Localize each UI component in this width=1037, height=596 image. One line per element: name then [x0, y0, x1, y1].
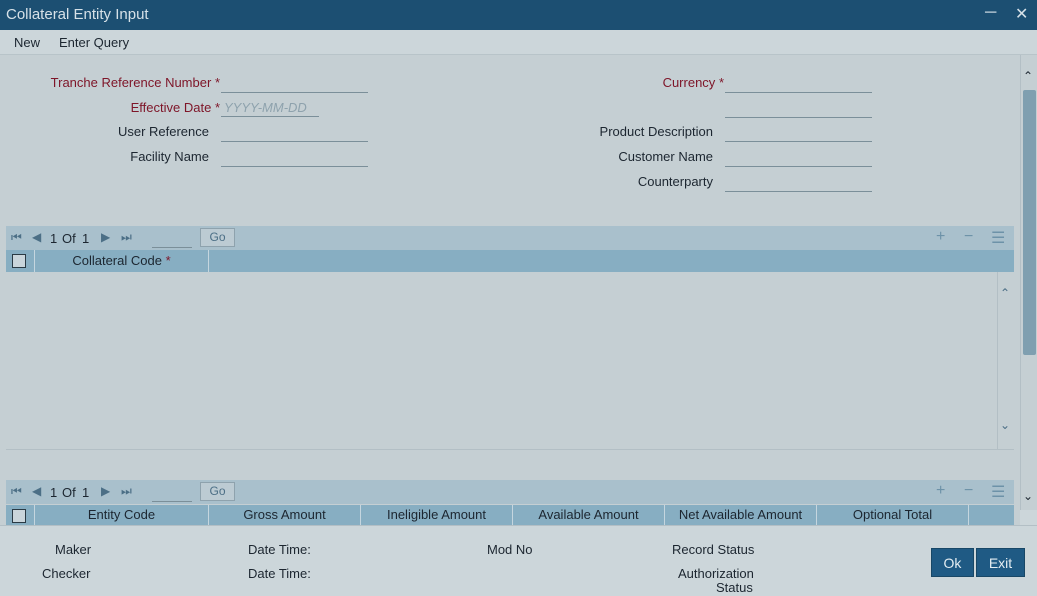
list-settings-icon[interactable]: ☰ [991, 482, 1005, 502]
next-page-icon[interactable]: ▶ [101, 230, 110, 244]
collateral-grid-toolbar: ⏮ ◀ 1 Of 1 ▶ ⏭ Go + − ☰ [6, 226, 1014, 250]
currency-description-input[interactable] [725, 100, 872, 118]
facility-name-label: Facility Name [130, 149, 209, 164]
next-page-icon[interactable]: ▶ [101, 484, 110, 498]
list-settings-icon[interactable]: ☰ [991, 228, 1005, 248]
customer-name-input[interactable] [725, 149, 872, 167]
page-of-label: Of [62, 231, 76, 246]
column-collateral-code[interactable]: Collateral Code * [34, 250, 208, 272]
grid-scroll-up-icon[interactable]: ⌃ [1000, 286, 1010, 300]
column-empty [208, 250, 998, 272]
facility-name-input[interactable] [221, 149, 368, 167]
column-optional-total[interactable]: Optional Total [816, 505, 968, 525]
effective-date-input[interactable]: YYYY-MM-DD [221, 99, 319, 117]
grid-vertical-scrollbar[interactable]: ⌃ ⌄ [997, 272, 1014, 449]
entity-grid-toolbar: ⏮ ◀ 1 Of 1 ▶ ⏭ Go + − ☰ [6, 480, 1014, 504]
go-button[interactable]: Go [200, 482, 235, 501]
record-status-label: Record Status [672, 542, 755, 557]
delete-row-icon[interactable]: − [964, 482, 973, 500]
page-number-input[interactable] [152, 232, 192, 248]
product-description-label: Product Description [599, 124, 713, 139]
ok-button[interactable]: Ok [931, 548, 974, 577]
previous-page-icon[interactable]: ◀ [32, 230, 41, 244]
select-all-checkbox[interactable] [12, 509, 26, 523]
checker-label: Checker [42, 566, 91, 581]
user-reference-input[interactable] [221, 124, 368, 142]
column-ineligible-amount[interactable]: Ineligible Amount [360, 505, 512, 525]
column-gross-amount[interactable]: Gross Amount [208, 505, 360, 525]
tranche-reference-label: Tranche Reference Number * [50, 75, 220, 90]
main-scroll-thumb[interactable] [1023, 90, 1036, 355]
counterparty-label: Counterparty [637, 174, 713, 189]
product-description-input[interactable] [725, 124, 872, 142]
go-button[interactable]: Go [200, 228, 235, 247]
column-extra [968, 505, 998, 525]
counterparty-input[interactable] [725, 174, 872, 192]
close-icon[interactable]: ✕ [1015, 4, 1028, 24]
column-entity-code[interactable]: Entity Code [34, 505, 208, 525]
page-of-label: Of [62, 485, 76, 500]
delete-row-icon[interactable]: − [964, 228, 973, 246]
currency-input[interactable] [725, 75, 872, 93]
checker-date-time-label: Date Time: [248, 566, 311, 581]
grid-scroll-down-icon[interactable]: ⌄ [1000, 418, 1010, 432]
add-row-icon[interactable]: + [936, 482, 945, 500]
minimize-icon[interactable]: ─ [985, 4, 996, 22]
page-current: 1 [50, 231, 58, 246]
exit-button[interactable]: Exit [976, 548, 1025, 577]
column-net-available-amount[interactable]: Net Available Amount [664, 505, 816, 525]
first-page-icon[interactable]: ⏮ [11, 230, 22, 245]
authorization-status-label-line2: Status [716, 580, 753, 595]
currency-label: Currency * [662, 75, 724, 90]
maker-label: Maker [55, 542, 92, 557]
effective-date-label: Effective Date * [130, 100, 220, 115]
column-available-amount[interactable]: Available Amount [512, 505, 664, 525]
audit-footer: Maker Checker Date Time: Date Time: Mod … [0, 525, 1037, 596]
last-page-icon[interactable]: ⏭ [121, 484, 132, 499]
previous-page-icon[interactable]: ◀ [32, 484, 41, 498]
page-number-input[interactable] [152, 486, 192, 502]
scroll-down-icon[interactable]: ⌄ [1023, 489, 1033, 503]
add-row-icon[interactable]: + [936, 228, 945, 246]
user-reference-label: User Reference [117, 124, 209, 139]
last-page-icon[interactable]: ⏭ [121, 230, 132, 245]
collateral-grid-header: Collateral Code * [6, 250, 1014, 272]
collateral-grid-body: ⌃ ⌄ [6, 272, 1014, 450]
scroll-up-icon[interactable]: ⌃ [1023, 69, 1033, 83]
authorization-status-label-line1: Authorization [678, 566, 754, 581]
first-page-icon[interactable]: ⏮ [11, 484, 22, 499]
menu-bar: New Enter Query [0, 30, 1037, 55]
window-title: Collateral Entity Input [6, 6, 149, 23]
menu-enter-query[interactable]: Enter Query [59, 35, 129, 50]
entity-grid-header: Entity Code Gross Amount Ineligible Amou… [6, 505, 1014, 525]
main-vertical-scrollbar[interactable]: ⌃ ⌄ [1020, 55, 1037, 510]
window-titlebar: Collateral Entity Input ─ ✕ [0, 0, 1037, 30]
mod-no-label: Mod No [487, 542, 533, 557]
effective-date-placeholder: YYYY-MM-DD [224, 100, 307, 115]
customer-name-label: Customer Name [618, 149, 713, 164]
page-current: 1 [50, 485, 58, 500]
page-total: 1 [82, 485, 90, 500]
page-total: 1 [82, 231, 90, 246]
maker-date-time-label: Date Time: [248, 542, 311, 557]
tranche-reference-input[interactable] [221, 75, 368, 93]
select-all-checkbox[interactable] [12, 254, 26, 268]
menu-new[interactable]: New [14, 35, 40, 50]
